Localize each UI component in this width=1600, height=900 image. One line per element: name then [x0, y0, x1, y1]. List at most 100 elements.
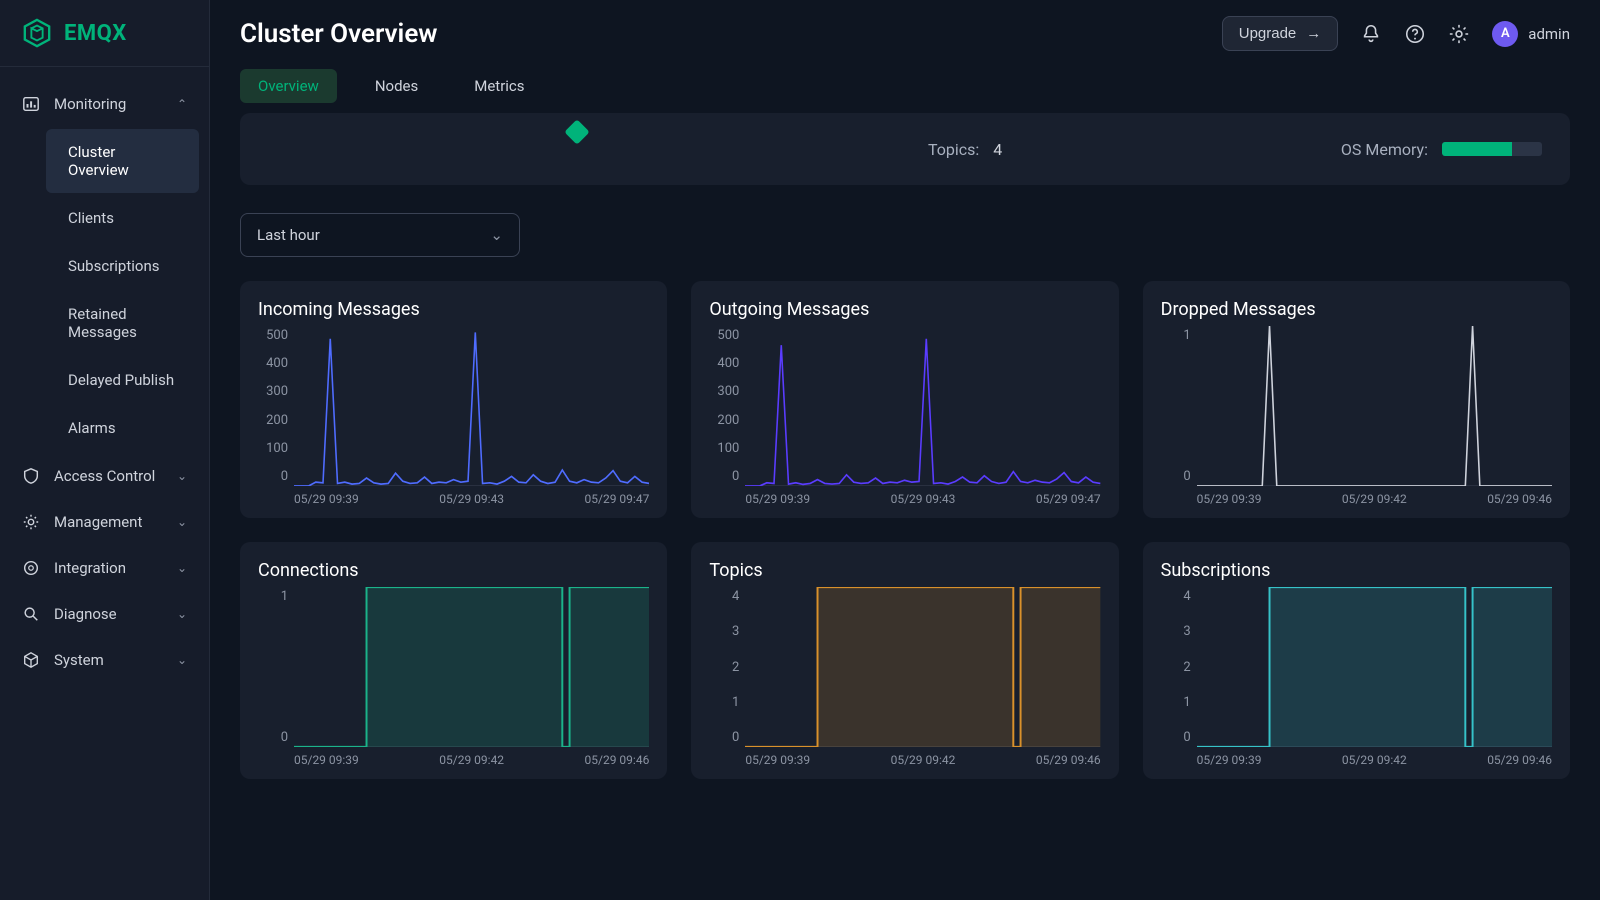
x-tick: 05/29 09:39: [294, 492, 359, 506]
sidebar-group-system[interactable]: System ⌄: [0, 637, 209, 683]
help-icon[interactable]: [1404, 23, 1426, 45]
time-range-select[interactable]: Last hour ⌄: [240, 213, 520, 257]
sidebar-group-label: System: [54, 651, 104, 669]
x-tick: 05/29 09:47: [585, 492, 650, 506]
y-tick: 1: [1183, 695, 1190, 710]
sidebar-group-access-control[interactable]: Access Control ⌄: [0, 453, 209, 499]
sidebar-item-delayed-publish[interactable]: Delayed Publish: [46, 357, 199, 403]
chevron-down-icon: ⌄: [177, 515, 187, 529]
x-tick: 05/29 09:46: [585, 753, 650, 767]
brand-row: EMQX: [0, 0, 209, 67]
node-icon: [564, 119, 589, 144]
tab-metrics[interactable]: Metrics: [456, 69, 542, 103]
chart-y-axis: 5004003002001000: [258, 326, 294, 506]
sidebar-item-clients[interactable]: Clients: [46, 195, 199, 241]
tab-overview[interactable]: Overview: [240, 69, 337, 103]
y-tick: 400: [717, 356, 739, 371]
tabs: Overview Nodes Metrics: [210, 51, 1600, 113]
y-tick: 0: [1183, 730, 1190, 745]
y-tick: 0: [281, 730, 288, 745]
sidebar-group-label: Management: [54, 513, 142, 531]
x-tick: 05/29 09:42: [891, 753, 956, 767]
chart-x-axis: 05/29 09:3905/29 09:4205/29 09:46: [1197, 747, 1552, 767]
shield-icon: [22, 467, 40, 485]
sidebar-group-label: Integration: [54, 559, 126, 577]
x-tick: 05/29 09:42: [439, 753, 504, 767]
x-tick: 05/29 09:42: [1342, 753, 1407, 767]
topbar: Cluster Overview Upgrade → A admin: [210, 0, 1600, 51]
upgrade-label: Upgrade: [1239, 25, 1297, 42]
upgrade-button[interactable]: Upgrade →: [1222, 16, 1339, 51]
sidebar-item-retained-messages[interactable]: Retained Messages: [46, 291, 199, 355]
sidebar-group-integration[interactable]: Integration ⌄: [0, 545, 209, 591]
chart-y-axis: 43210: [1161, 587, 1197, 767]
sidebar-item-subscriptions[interactable]: Subscriptions: [46, 243, 199, 289]
y-tick: 300: [266, 384, 288, 399]
osmem-fill: [1442, 142, 1512, 156]
chart-title: Connections: [258, 560, 649, 581]
topbar-right: Upgrade → A admin: [1222, 16, 1570, 51]
chevron-down-icon: ⌄: [177, 607, 187, 621]
chevron-down-icon: ⌄: [177, 469, 187, 483]
sidebar-group-label: Monitoring: [54, 95, 126, 113]
chart-y-axis: 10: [258, 587, 294, 767]
x-tick: 05/29 09:39: [745, 753, 810, 767]
x-tick: 05/29 09:47: [1036, 492, 1101, 506]
stat-topics-value: 4: [993, 140, 1002, 159]
sidebar-group-management[interactable]: Management ⌄: [0, 499, 209, 545]
sidebar-group-label: Diagnose: [54, 605, 117, 623]
chart-y-axis: 10: [1161, 326, 1197, 506]
chart-plot: [745, 587, 1100, 747]
settings-icon[interactable]: [1448, 23, 1470, 45]
chart-y-axis: 5004003002001000: [709, 326, 745, 506]
x-tick: 05/29 09:42: [1342, 492, 1407, 506]
chart-x-axis: 05/29 09:39 05/29 09:43 05/29 09:47: [294, 486, 649, 506]
user-menu[interactable]: A admin: [1492, 21, 1570, 47]
chevron-down-icon: ⌄: [177, 653, 187, 667]
plug-icon: [22, 559, 40, 577]
y-tick: 300: [717, 384, 739, 399]
page-title: Cluster Overview: [240, 19, 438, 49]
x-tick: 05/29 09:39: [294, 753, 359, 767]
sidebar-group-monitoring-items: Cluster Overview Clients Subscriptions R…: [0, 129, 209, 451]
nav: Monitoring ⌃ Cluster Overview Clients Su…: [0, 67, 209, 683]
chevron-up-icon: ⌃: [177, 97, 187, 111]
chart-plot: [1197, 587, 1552, 747]
x-tick: 05/29 09:43: [439, 492, 504, 506]
chart-x-axis: 05/29 09:3905/29 09:4205/29 09:46: [745, 747, 1100, 767]
chart-card: Subscriptions4321005/29 09:3905/29 09:42…: [1143, 542, 1570, 779]
y-tick: 1: [1183, 328, 1190, 343]
chart-x-axis: 05/29 09:3905/29 09:4205/29 09:46: [1197, 486, 1552, 506]
chart-bar-icon: [22, 95, 40, 113]
y-tick: 3: [732, 624, 739, 639]
topology-preview: [268, 131, 868, 167]
y-tick: 200: [717, 413, 739, 428]
chart-grid: Incoming Messages500400300200100005/29 0…: [240, 281, 1570, 779]
y-tick: 1: [732, 695, 739, 710]
chart-card: Topics4321005/29 09:3905/29 09:4205/29 0…: [691, 542, 1118, 779]
y-tick: 200: [266, 413, 288, 428]
y-tick: 400: [266, 356, 288, 371]
time-range-value: Last hour: [257, 226, 320, 244]
sidebar-item-cluster-overview[interactable]: Cluster Overview: [46, 129, 199, 193]
y-tick: 0: [732, 469, 739, 484]
tab-nodes[interactable]: Nodes: [357, 69, 436, 103]
brand-logo-icon: [22, 18, 52, 48]
bell-icon[interactable]: [1360, 23, 1382, 45]
chart-title: Incoming Messages: [258, 299, 649, 320]
chart-title: Outgoing Messages: [709, 299, 1100, 320]
x-tick: 05/29 09:39: [1197, 753, 1262, 767]
chart-plot: [294, 587, 649, 747]
y-tick: 4: [1183, 589, 1190, 604]
sidebar-group-label: Access Control: [54, 467, 155, 485]
y-tick: 500: [717, 328, 739, 343]
stats-card: Topics: 4 OS Memory:: [240, 113, 1570, 185]
y-tick: 2: [732, 660, 739, 675]
y-tick: 1: [281, 589, 288, 604]
sidebar-item-alarms[interactable]: Alarms: [46, 405, 199, 451]
sidebar-group-diagnose[interactable]: Diagnose ⌄: [0, 591, 209, 637]
y-tick: 100: [266, 441, 288, 456]
arrow-right-icon: →: [1306, 25, 1321, 42]
y-tick: 0: [732, 730, 739, 745]
sidebar-group-monitoring[interactable]: Monitoring ⌃: [0, 81, 209, 127]
